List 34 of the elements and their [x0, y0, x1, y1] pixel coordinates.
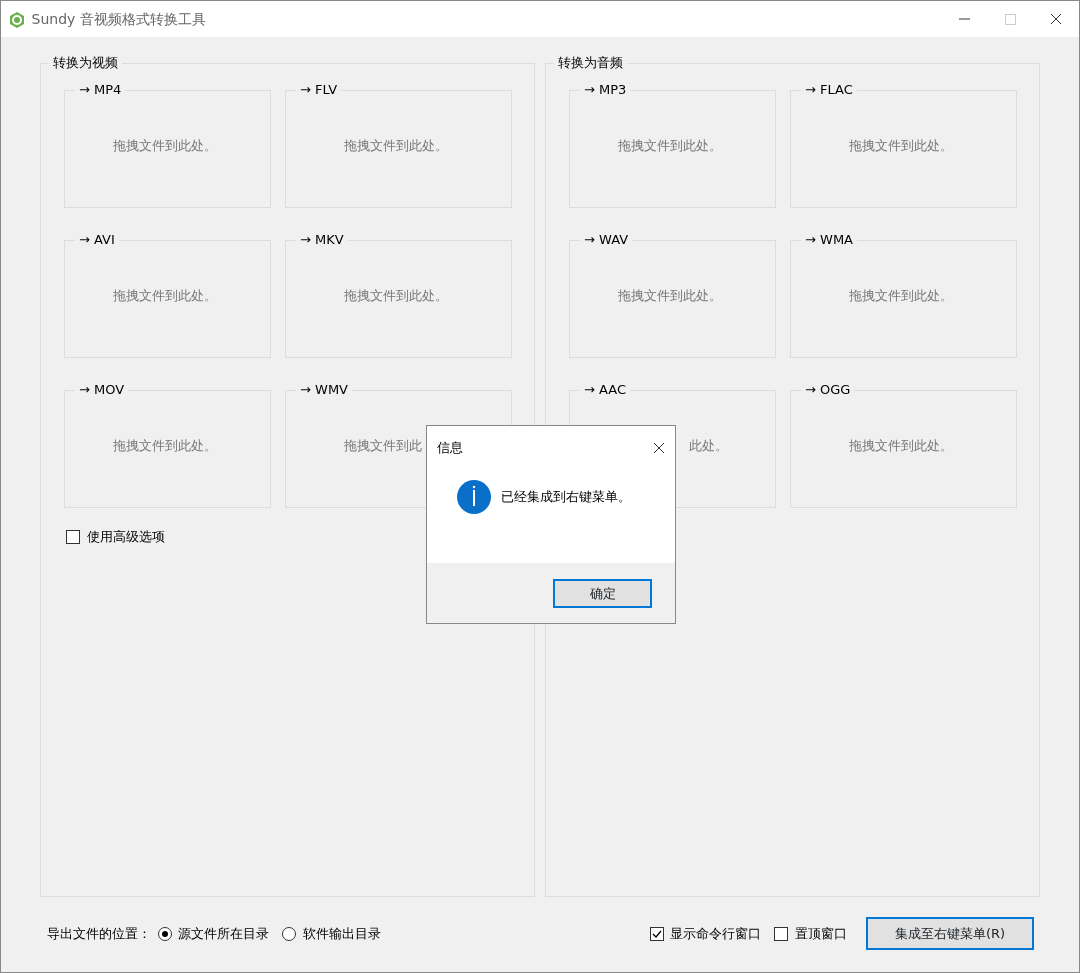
drop-zone-label: → WAV: [583, 232, 630, 248]
drop-hint: 此处。: [688, 438, 728, 453]
drop-zone-label: → AVI: [78, 232, 116, 248]
group-title: 转换为视频: [49, 55, 122, 71]
drop-zone-label: → FLAC: [804, 82, 854, 98]
radio-label: 源文件所在目录: [178, 924, 269, 943]
drop-hint: 拖拽文件到此处。: [617, 138, 722, 153]
output-location-label: 导出文件的位置：: [47, 924, 151, 943]
drop-hint: 拖拽文件到此处。: [112, 138, 217, 153]
drop-hint: 拖拽文件到此处。: [112, 288, 217, 303]
checkbox-label: 显示命令行窗口: [670, 924, 761, 943]
drop-hint: 拖拽文件到此处。: [848, 288, 953, 303]
drop-zone-label: → FLV: [299, 82, 339, 98]
drop-zone-label: → MKV: [299, 232, 345, 248]
checkbox-label: 使用高级选项: [86, 528, 165, 546]
drop-hint: 拖拽文件到此: [343, 438, 422, 453]
drop-hint: 拖拽文件到此处。: [112, 438, 217, 453]
drop-zone-label: → OGG: [804, 382, 852, 398]
drop-hint: 拖拽文件到此处。: [848, 138, 953, 153]
drop-zone-label: → WMA: [804, 232, 854, 248]
radio-label: 软件输出目录: [302, 924, 381, 943]
drop-hint: 拖拽文件到此处。: [343, 138, 448, 153]
dialog-title: 信息: [437, 439, 463, 458]
drop-hint: 拖拽文件到此处。: [617, 288, 722, 303]
drop-zone-label: → WMV: [299, 382, 349, 398]
drop-zone-label: → MOV: [78, 382, 126, 398]
group-title: 转换为音频: [554, 55, 627, 71]
checkbox-label: 置顶窗口: [794, 924, 847, 943]
drop-hint: 拖拽文件到此处。: [343, 288, 448, 303]
drop-zone-label: → MP4: [78, 82, 123, 98]
drop-zone-label: → MP3: [583, 82, 628, 98]
drop-hint: 拖拽文件到此处。: [848, 438, 953, 453]
drop-zone-label: → AAC: [583, 382, 628, 398]
window-title: Sundy 音视频格式转换工具: [31, 9, 206, 29]
